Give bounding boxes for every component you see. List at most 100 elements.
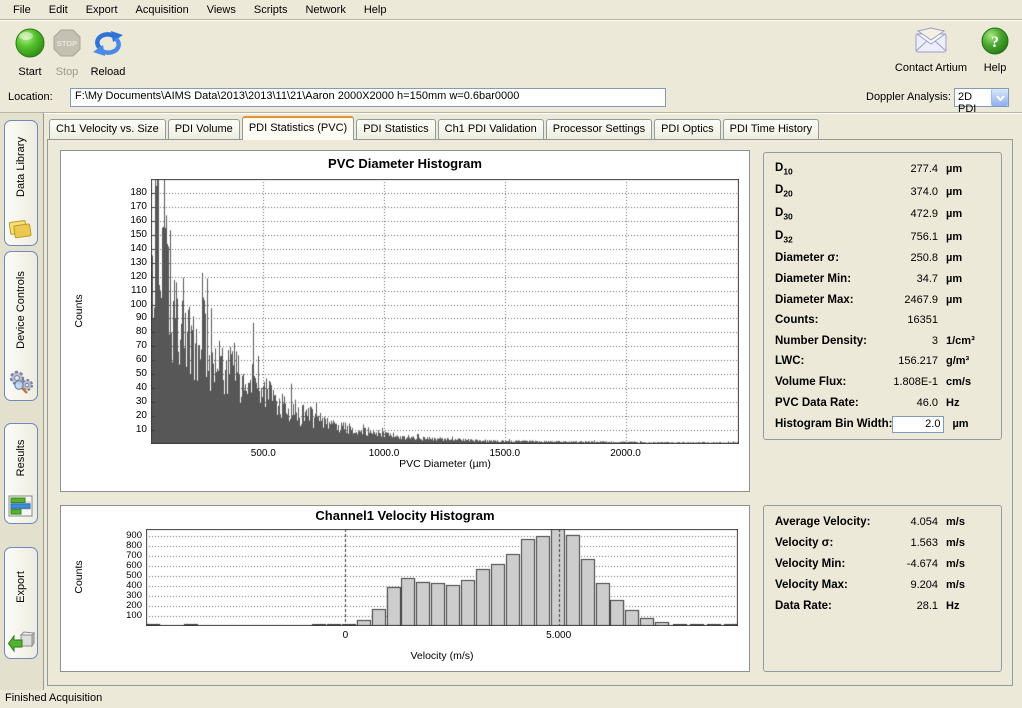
stat-unit: µm — [938, 208, 990, 220]
menu-views[interactable]: Views — [198, 1, 245, 19]
chart-icon — [7, 494, 35, 518]
pvc-histogram-plot[interactable] — [151, 179, 739, 444]
gears-icon — [7, 369, 35, 395]
velocity-stat-row-data-rate: Data Rate:28.1Hz — [775, 599, 990, 613]
stat-unit: m/s — [938, 537, 990, 549]
stat-unit: µm — [938, 186, 990, 198]
stat-label: PVC Data Rate: — [775, 397, 859, 409]
location-field[interactable]: F:\My Documents\AIMS Data\2013\2013\11\2… — [70, 88, 666, 107]
tab-pdi-statistics-pvc[interactable]: PDI Statistics (PVC) — [242, 116, 354, 140]
pvc-stat-row-counts: Counts:16351 — [775, 314, 990, 326]
status-bar: Finished Acquisition — [0, 690, 1022, 708]
tab-ch1-velocity-vs-size[interactable]: Ch1 Velocity vs. Size — [49, 119, 166, 139]
tab-ch1-pdi-validation[interactable]: Ch1 PDI Validation — [438, 119, 544, 139]
stat-value: 46.0 — [859, 397, 938, 409]
menu-export[interactable]: Export — [77, 1, 127, 19]
stat-label: Diameter Min: — [775, 273, 851, 285]
menu-help[interactable]: Help — [355, 1, 396, 19]
sidebar-item-results[interactable]: Results — [4, 423, 38, 524]
sidebar-item-export[interactable]: Export — [4, 547, 38, 659]
stat-value: 374.0 — [793, 186, 938, 198]
doppler-analysis-value: 2D PDI — [955, 89, 991, 106]
pvc-stat-row-diameter: Diameter σ:250.8µm — [775, 252, 990, 264]
svg-text:STOP: STOP — [57, 39, 77, 48]
velocity-histogram-plot[interactable] — [146, 529, 738, 626]
stat-label: Average Velocity: — [775, 516, 870, 528]
stat-value: 472.9 — [793, 208, 938, 220]
stat-unit: µm — [944, 418, 990, 430]
help-button[interactable]: ? Help — [976, 26, 1014, 74]
menu-acquisition[interactable]: Acquisition — [127, 1, 198, 19]
menu-file[interactable]: File — [4, 1, 40, 19]
stat-label: Velocity Min: — [775, 558, 845, 570]
tab-strip: Ch1 Velocity vs. SizePDI VolumePDI Stati… — [47, 118, 821, 139]
svg-text:?: ? — [991, 34, 999, 51]
stat-label: Velocity σ: — [775, 537, 833, 549]
pvc-stat-row-d10: D10277.4µm — [775, 162, 990, 176]
velocity-chart-title: Channel1 Velocity Histogram — [61, 508, 749, 523]
pvc-stat-row-number-density: Number Density:31/cm³ — [775, 335, 990, 347]
tab-pdi-optics[interactable]: PDI Optics — [654, 119, 721, 139]
stat-value: 250.8 — [839, 252, 938, 264]
stat-label: Diameter σ: — [775, 252, 839, 264]
stat-unit: Hz — [938, 600, 990, 612]
y-axis-tick-label: 10 — [111, 424, 147, 435]
reload-button[interactable]: Reload — [84, 26, 132, 78]
stat-value: 9.204 — [848, 579, 938, 591]
folders-icon — [7, 216, 35, 240]
y-axis-tick-label: 30 — [111, 396, 147, 407]
stat-label: Velocity Max: — [775, 579, 848, 591]
menu-network[interactable]: Network — [296, 1, 354, 19]
start-button[interactable]: Start — [8, 26, 52, 78]
sidebar-item-label: Data Library — [15, 137, 27, 197]
doppler-analysis-select[interactable]: 2D PDI — [954, 88, 1009, 107]
tab-pdi-statistics[interactable]: PDI Statistics — [356, 119, 435, 139]
x-axis-tick-label: 5.000 — [546, 630, 571, 641]
stat-value: 156.217 — [804, 355, 938, 367]
pvc-stat-row-d32: D32756.1µm — [775, 230, 990, 244]
y-axis-tick-label: 170 — [111, 201, 147, 212]
menu-scripts[interactable]: Scripts — [245, 1, 297, 19]
y-axis-tick-label: 600 — [106, 560, 142, 571]
x-axis-tick-label: 2000.0 — [610, 448, 641, 459]
start-icon — [13, 26, 47, 65]
y-axis-tick-label: 400 — [106, 580, 142, 591]
y-axis-tick-label: 160 — [111, 215, 147, 226]
y-axis-tick-label: 20 — [111, 410, 147, 421]
histogram-bin-width-input[interactable] — [892, 416, 944, 433]
x-axis-tick-label: 500.0 — [251, 448, 276, 459]
menu-edit[interactable]: Edit — [40, 1, 77, 19]
stat-label: Number Density: — [775, 335, 867, 347]
stat-value: -4.674 — [845, 558, 938, 570]
velocity-stat-row-velocity-min: Velocity Min:-4.674m/s — [775, 557, 990, 571]
sidebar-item-device-controls[interactable]: Device Controls — [4, 251, 38, 401]
stat-unit: m/s — [938, 558, 990, 570]
stop-icon: STOP — [50, 26, 84, 65]
tab-pdi-time-history[interactable]: PDI Time History — [723, 119, 820, 139]
contact-artium-button[interactable]: Contact Artium — [886, 26, 976, 74]
help-icon: ? — [980, 26, 1010, 61]
pvc-stats-panel: D10277.4µmD20374.0µmD30472.9µmD32756.1µm… — [763, 152, 1002, 440]
chevron-down-icon[interactable] — [991, 89, 1008, 106]
velocity-chart-panel: Channel1 Velocity Histogram Counts Veloc… — [60, 505, 750, 672]
y-axis-tick-label: 900 — [106, 530, 142, 541]
start-button-label: Start — [18, 66, 41, 78]
stat-value: 277.4 — [793, 163, 938, 175]
sidebar: Data Library Device Controls Results Export — [0, 113, 44, 690]
stat-value: 1.808E-1 — [846, 376, 938, 388]
tab-pdi-volume[interactable]: PDI Volume — [168, 119, 240, 139]
y-axis-tick-label: 700 — [106, 550, 142, 561]
help-button-label: Help — [984, 62, 1007, 74]
stat-unit: m/s — [938, 579, 990, 591]
sidebar-item-data-library[interactable]: Data Library — [4, 120, 38, 246]
velocity-stat-row-average-velocity: Average Velocity:4.054m/s — [775, 515, 990, 529]
reload-icon — [90, 26, 126, 65]
location-label: Location: — [8, 91, 53, 103]
y-axis-tick-label: 110 — [111, 285, 147, 296]
pvc-chart-panel: PVC Diameter Histogram Counts PVC Diamet… — [60, 150, 750, 492]
y-axis-tick-label: 180 — [111, 187, 147, 198]
stat-label: D32 — [775, 230, 793, 244]
tab-processor-settings[interactable]: Processor Settings — [546, 119, 652, 139]
pvc-stat-row-diameter-max: Diameter Max:2467.9µm — [775, 294, 990, 306]
stat-value: 2467.9 — [854, 294, 938, 306]
